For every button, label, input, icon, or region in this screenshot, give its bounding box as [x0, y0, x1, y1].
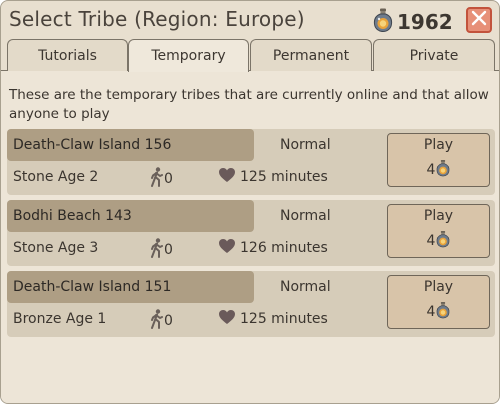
tab-permanent[interactable]: Permanent	[250, 39, 372, 71]
potion-bottle-icon	[436, 301, 450, 323]
play-cost: 4	[388, 230, 489, 252]
close-x-icon	[471, 10, 487, 30]
select-tribe-dialog: Select Tribe (Region: Europe) 1962 Tutor…	[0, 0, 500, 404]
currency-amount: 1962	[397, 10, 453, 34]
play-label: Play	[423, 137, 454, 153]
cost-amount: 4	[426, 162, 436, 178]
potion-bottle-icon	[436, 159, 450, 181]
tab-private[interactable]: Private	[373, 39, 495, 71]
currency-display: 1962	[373, 8, 453, 36]
duration-text: 125 minutes	[240, 169, 328, 185]
duration-text: 125 minutes	[240, 311, 328, 327]
heart-icon	[218, 309, 236, 329]
tribe-duration: 125 minutes	[218, 309, 328, 329]
heart-icon	[218, 167, 236, 187]
close-button[interactable]	[466, 7, 492, 33]
cost-amount: 4	[426, 304, 436, 320]
tribe-row: Bodhi Beach 143 Normal Stone Age 3 0 126…	[7, 200, 495, 266]
play-cost: 4	[388, 159, 489, 181]
potion-bottle-icon	[436, 230, 450, 252]
player-count: 0	[164, 171, 173, 187]
heart-icon	[218, 238, 236, 258]
tribe-duration: 125 minutes	[218, 167, 328, 187]
play-label: Play	[423, 279, 454, 295]
play-button[interactable]: Play 4	[387, 204, 490, 258]
tribe-mode: Normal	[280, 137, 331, 153]
tribe-age: Stone Age 3	[13, 240, 99, 256]
duration-text: 126 minutes	[240, 240, 328, 256]
tab-tutorials[interactable]: Tutorials	[7, 39, 128, 71]
walking-person-icon	[150, 309, 164, 333]
play-button[interactable]: Play 4	[387, 275, 490, 329]
play-button[interactable]: Play 4	[387, 133, 490, 187]
tribe-mode: Normal	[280, 208, 331, 224]
tribe-name: Death-Claw Island 156	[7, 129, 254, 161]
play-label: Play	[423, 208, 454, 224]
play-cost: 4	[388, 301, 489, 323]
potion-bottle-icon	[373, 8, 393, 36]
cost-amount: 4	[426, 233, 436, 249]
walking-person-icon	[150, 167, 164, 191]
player-count: 0	[164, 313, 173, 329]
tribe-name: Bodhi Beach 143	[7, 200, 254, 232]
tribe-age: Bronze Age 1	[13, 311, 107, 327]
tribe-row: Death-Claw Island 156 Normal Stone Age 2…	[7, 129, 495, 195]
walking-person-icon	[150, 238, 164, 262]
tribe-mode: Normal	[280, 279, 331, 295]
tribe-row: Death-Claw Island 151 Normal Bronze Age …	[7, 271, 495, 337]
player-count: 0	[164, 242, 173, 258]
tribe-duration: 126 minutes	[218, 238, 328, 258]
tribe-age: Stone Age 2	[13, 169, 99, 185]
tribe-players: 0	[150, 167, 173, 191]
tribe-players: 0	[150, 309, 173, 333]
dialog-title: Select Tribe (Region: Europe)	[9, 7, 305, 31]
tribe-players: 0	[150, 238, 173, 262]
tab-temporary[interactable]: Temporary	[128, 39, 249, 72]
intro-text: These are the temporary tribes that are …	[9, 87, 489, 122]
tribe-name: Death-Claw Island 151	[7, 271, 254, 303]
